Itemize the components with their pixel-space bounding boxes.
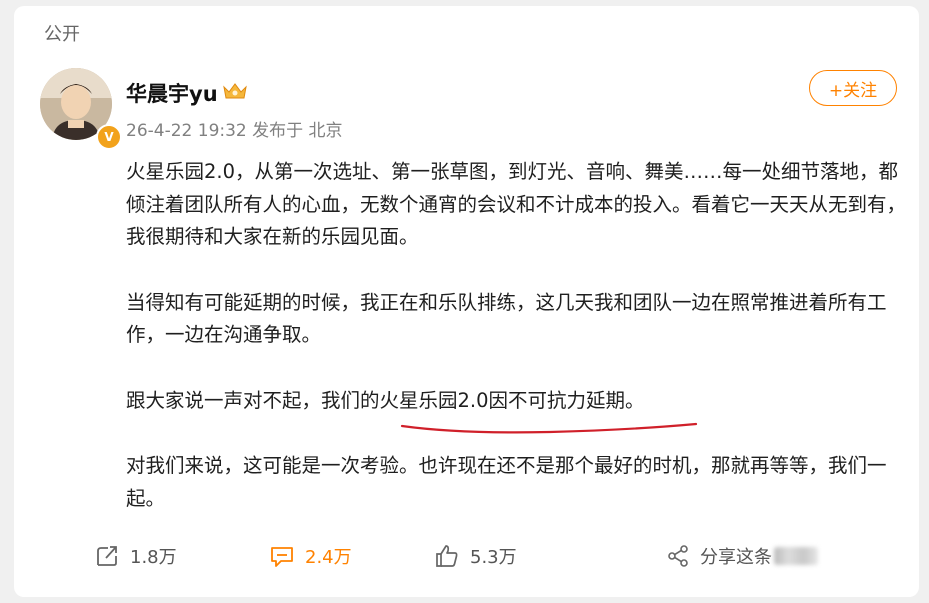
- repost-count: 1.8万: [130, 547, 177, 568]
- post-location: 发布于 北京: [252, 121, 343, 141]
- repost-icon: [97, 546, 117, 566]
- post-timestamp: 26-4-22 19:32: [126, 121, 247, 141]
- post-paragraph: 当得知有可能延期的时候，我正在和乐队排练，这几天我和团队一边在照常推进着所有工作…: [126, 290, 887, 347]
- weibo-post-card: 公开 V 华晨宇yu 26-4-22 19:32 发布于 北京 +关注 火星乐园…: [14, 6, 919, 597]
- like-button[interactable]: 5.3万: [434, 538, 517, 574]
- like-count: 5.3万: [470, 547, 517, 568]
- comment-count: 2.4万: [305, 547, 352, 568]
- crown-icon: [223, 83, 247, 99]
- post-paragraph: 对我们来说，这可能是一次考验。也许现在还不是那个最好的时机，那就再等等，我们一起…: [126, 454, 887, 510]
- like-icon: [436, 545, 458, 567]
- share-label: 分享这条: [700, 547, 772, 568]
- blurred-watermark: [774, 547, 818, 565]
- post-paragraph: 火星乐园2.0，从第一次选址、第一张草图，到灯光、音响、舞美……每一处细节落地，…: [126, 160, 907, 248]
- post-content: 火星乐园2.0，从第一次选址、第一张草图，到灯光、音响、舞美……每一处细节落地，…: [126, 156, 906, 515]
- post-paragraph: 跟大家说一声对不起，我们的火星乐园2.0因不可抗力延期。: [126, 388, 645, 412]
- author-name[interactable]: 华晨宇yu: [126, 78, 218, 108]
- share-icon: [668, 545, 688, 567]
- post-meta: 26-4-22 19:32 发布于 北京: [126, 116, 343, 141]
- share-button[interactable]: 分享这条: [666, 538, 818, 574]
- repost-button[interactable]: 1.8万: [94, 538, 177, 574]
- action-bar: 1.8万 2.4万 5.3万 分享这条: [14, 538, 919, 574]
- comment-button[interactable]: 2.4万: [269, 538, 352, 574]
- comment-icon: [271, 547, 293, 567]
- visibility-label: 公开: [44, 24, 80, 45]
- follow-button[interactable]: +关注: [809, 70, 897, 106]
- verified-badge-icon: V: [96, 124, 122, 150]
- red-underline-annotation: [400, 422, 698, 434]
